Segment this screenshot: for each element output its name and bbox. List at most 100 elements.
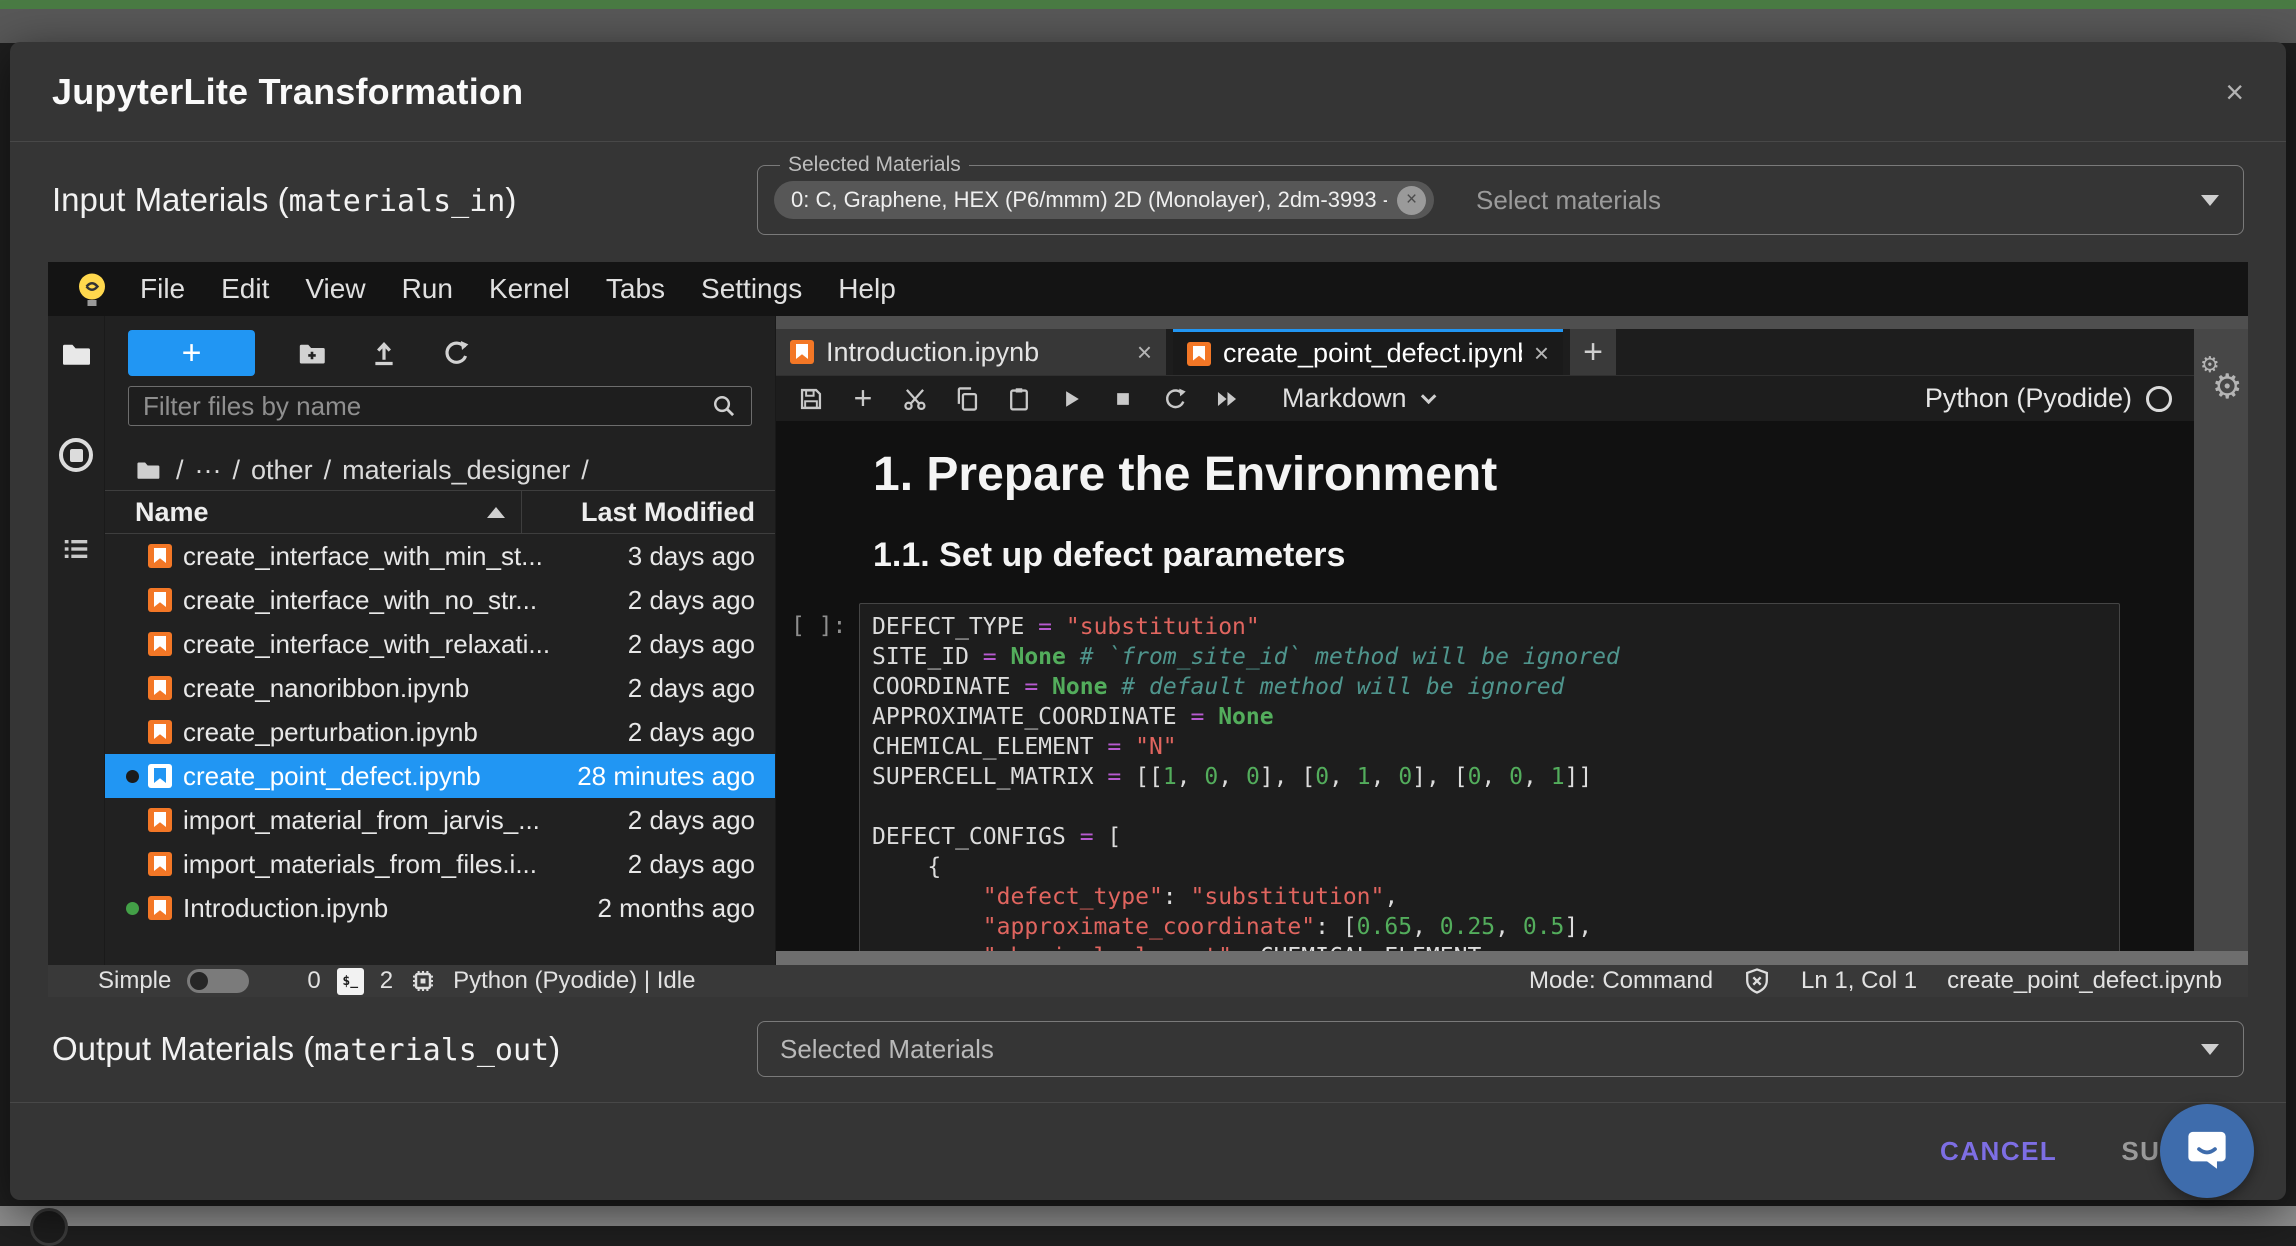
chip-remove-icon[interactable]: × [1397,186,1426,215]
menu-run[interactable]: Run [384,273,471,305]
code-line: APPROXIMATE_COORDINATE = None [872,702,2107,732]
menu-view[interactable]: View [287,273,383,305]
menu-edit[interactable]: Edit [203,273,287,305]
terminal-icon[interactable]: $_ [337,968,364,995]
tab-create_point_defect.ipynb[interactable]: create_point_defect.ipynb× [1173,329,1563,375]
tab-Introduction.ipynb[interactable]: Introduction.ipynb× [776,329,1166,375]
cell-type-dropdown[interactable]: Markdown [1282,383,1432,414]
jupyterlite-widget: FileEditViewRunKernelTabsSettingsHelp + [48,262,2248,997]
copy-cells-icon[interactable] [954,386,980,412]
save-icon[interactable] [798,386,824,412]
file-row[interactable]: create_point_defect.ipynb28 minutes ago [105,754,775,798]
horizontal-scrollbar[interactable] [776,951,2248,965]
search-icon [711,393,737,419]
file-row[interactable]: import_materials_from_files.i...2 days a… [105,842,775,886]
kernel-chip-icon[interactable] [409,967,437,995]
kernel-indicator[interactable]: Python (Pyodide) [1925,383,2172,414]
file-row[interactable]: create_nanoribbon.ipynb2 days ago [105,666,775,710]
file-row[interactable]: create_interface_with_relaxati...2 days … [105,622,775,666]
file-row[interactable]: create_interface_with_min_st...3 days ag… [105,534,775,578]
name-column-header[interactable]: Name [105,491,521,533]
file-browser-tab-icon[interactable] [60,338,92,370]
notebook-file-icon [148,896,172,920]
modified-column-header[interactable]: Last Modified [521,491,775,533]
input-materials-row: Input Materials (materials_in) Selected … [10,142,2286,258]
menu-tabs[interactable]: Tabs [588,273,683,305]
kernel-name: Python (Pyodide) [1925,383,2132,414]
restart-kernel-icon[interactable] [1162,386,1188,412]
file-modified: 2 days ago [628,849,775,880]
new-tab-button[interactable]: + [1570,329,1616,375]
stop-kernel-icon[interactable] [1110,386,1136,412]
run-cell-icon[interactable] [1058,386,1084,412]
file-row[interactable]: import_material_from_jarvis_...2 days ag… [105,798,775,842]
file-modified: 2 days ago [628,629,775,660]
menu-help[interactable]: Help [820,273,914,305]
upload-icon[interactable] [369,338,399,368]
file-name: import_material_from_jarvis_... [183,805,540,836]
cancel-button[interactable]: CANCEL [1940,1136,2057,1167]
breadcrumb-segment[interactable]: materials_designer [342,455,570,486]
input-materials-label: Input Materials (materials_in) [52,181,757,219]
menu-kernel[interactable]: Kernel [471,273,588,305]
menu-settings[interactable]: Settings [683,273,820,305]
tab-close-icon[interactable]: × [1534,338,1549,369]
notebook-file-icon [148,676,172,700]
close-icon[interactable]: × [2225,76,2244,108]
home-folder-icon[interactable] [135,457,161,483]
chat-bubble-button[interactable] [2160,1104,2254,1198]
add-cell-icon[interactable]: + [850,386,876,412]
right-sidebar-rail: ⚙ ⚙ [2194,316,2248,965]
file-row[interactable]: create_perturbation.ipynb2 days ago [105,710,775,754]
property-inspector-icon[interactable]: ⚙ ⚙ [2198,353,2244,405]
select-placeholder: Select materials [1476,185,1661,216]
file-modified: 2 days ago [628,673,775,704]
kernel-dot-placeholder [126,594,139,607]
breadcrumb: /···/other/materials_designer/ [105,450,775,490]
code-line: DEFECT_CONFIGS = [ [872,822,2107,852]
notebook-file-icon [148,544,172,568]
code-line: "defect_type": "substitution", [872,882,2107,912]
page-bottom-strip [0,1206,2296,1226]
material-chip[interactable]: 0: C, Graphene, HEX (P6/mmm) 2D (Monolay… [774,181,1434,219]
dialog-header: JupyterLite Transformation × [10,42,2286,142]
cut-cells-icon[interactable] [902,386,928,412]
untrusted-shield-icon [1743,967,1771,995]
filter-files-input[interactable] [143,391,711,422]
file-browser-panel: + [105,316,775,965]
breadcrumb-segment[interactable]: ··· [195,455,222,486]
mode-indicator: Mode: Command [1529,967,1713,995]
tab-close-icon[interactable]: × [1137,337,1152,368]
notebook-toolbar: + [776,375,2194,421]
code-line: DEFECT_TYPE = "substitution" [872,612,2107,642]
code-cell: [ ]: DEFECT_TYPE = "substitution"SITE_ID… [791,603,2120,965]
notebook-pane: Introduction.ipynb×create_point_defect.i… [775,316,2194,965]
output-materials-select[interactable]: Selected Materials [757,1021,2244,1077]
code-editor[interactable]: DEFECT_TYPE = "substitution"SITE_ID = No… [859,603,2120,965]
input-materials-select[interactable]: Selected Materials 0: C, Graphene, HEX (… [757,165,2244,235]
dropdown-arrow-icon [2201,1044,2219,1055]
code-line: SITE_ID = None # `from_site_id` method w… [872,642,2107,672]
table-of-contents-tab-icon[interactable] [61,534,91,564]
breadcrumb-segment: / [581,455,589,486]
paste-cells-icon[interactable] [1006,386,1032,412]
kernels-count: 2 [380,967,393,995]
breadcrumb-segment[interactable]: other [251,455,313,486]
menu-file[interactable]: File [122,273,203,305]
page-header-strip [0,9,2296,43]
new-launcher-button[interactable]: + [128,330,255,376]
refresh-icon[interactable] [441,338,471,368]
simple-mode-toggle[interactable] [187,969,249,993]
file-modified: 3 days ago [628,541,775,572]
notebook-file-icon [148,588,172,612]
file-name: create_perturbation.ipynb [183,717,478,748]
breadcrumb-segment: / [176,455,184,486]
code-line: { [872,852,2107,882]
background-globe-icon [30,1208,68,1246]
file-row[interactable]: Introduction.ipynb2 months ago [105,886,775,930]
run-all-cells-icon[interactable] [1214,386,1240,412]
running-kernels-tab-icon[interactable] [59,438,93,472]
file-row[interactable]: create_interface_with_no_str...2 days ag… [105,578,775,622]
new-folder-icon[interactable] [297,338,327,368]
code-line: "approximate_coordinate": [0.65, 0.25, 0… [872,912,2107,942]
